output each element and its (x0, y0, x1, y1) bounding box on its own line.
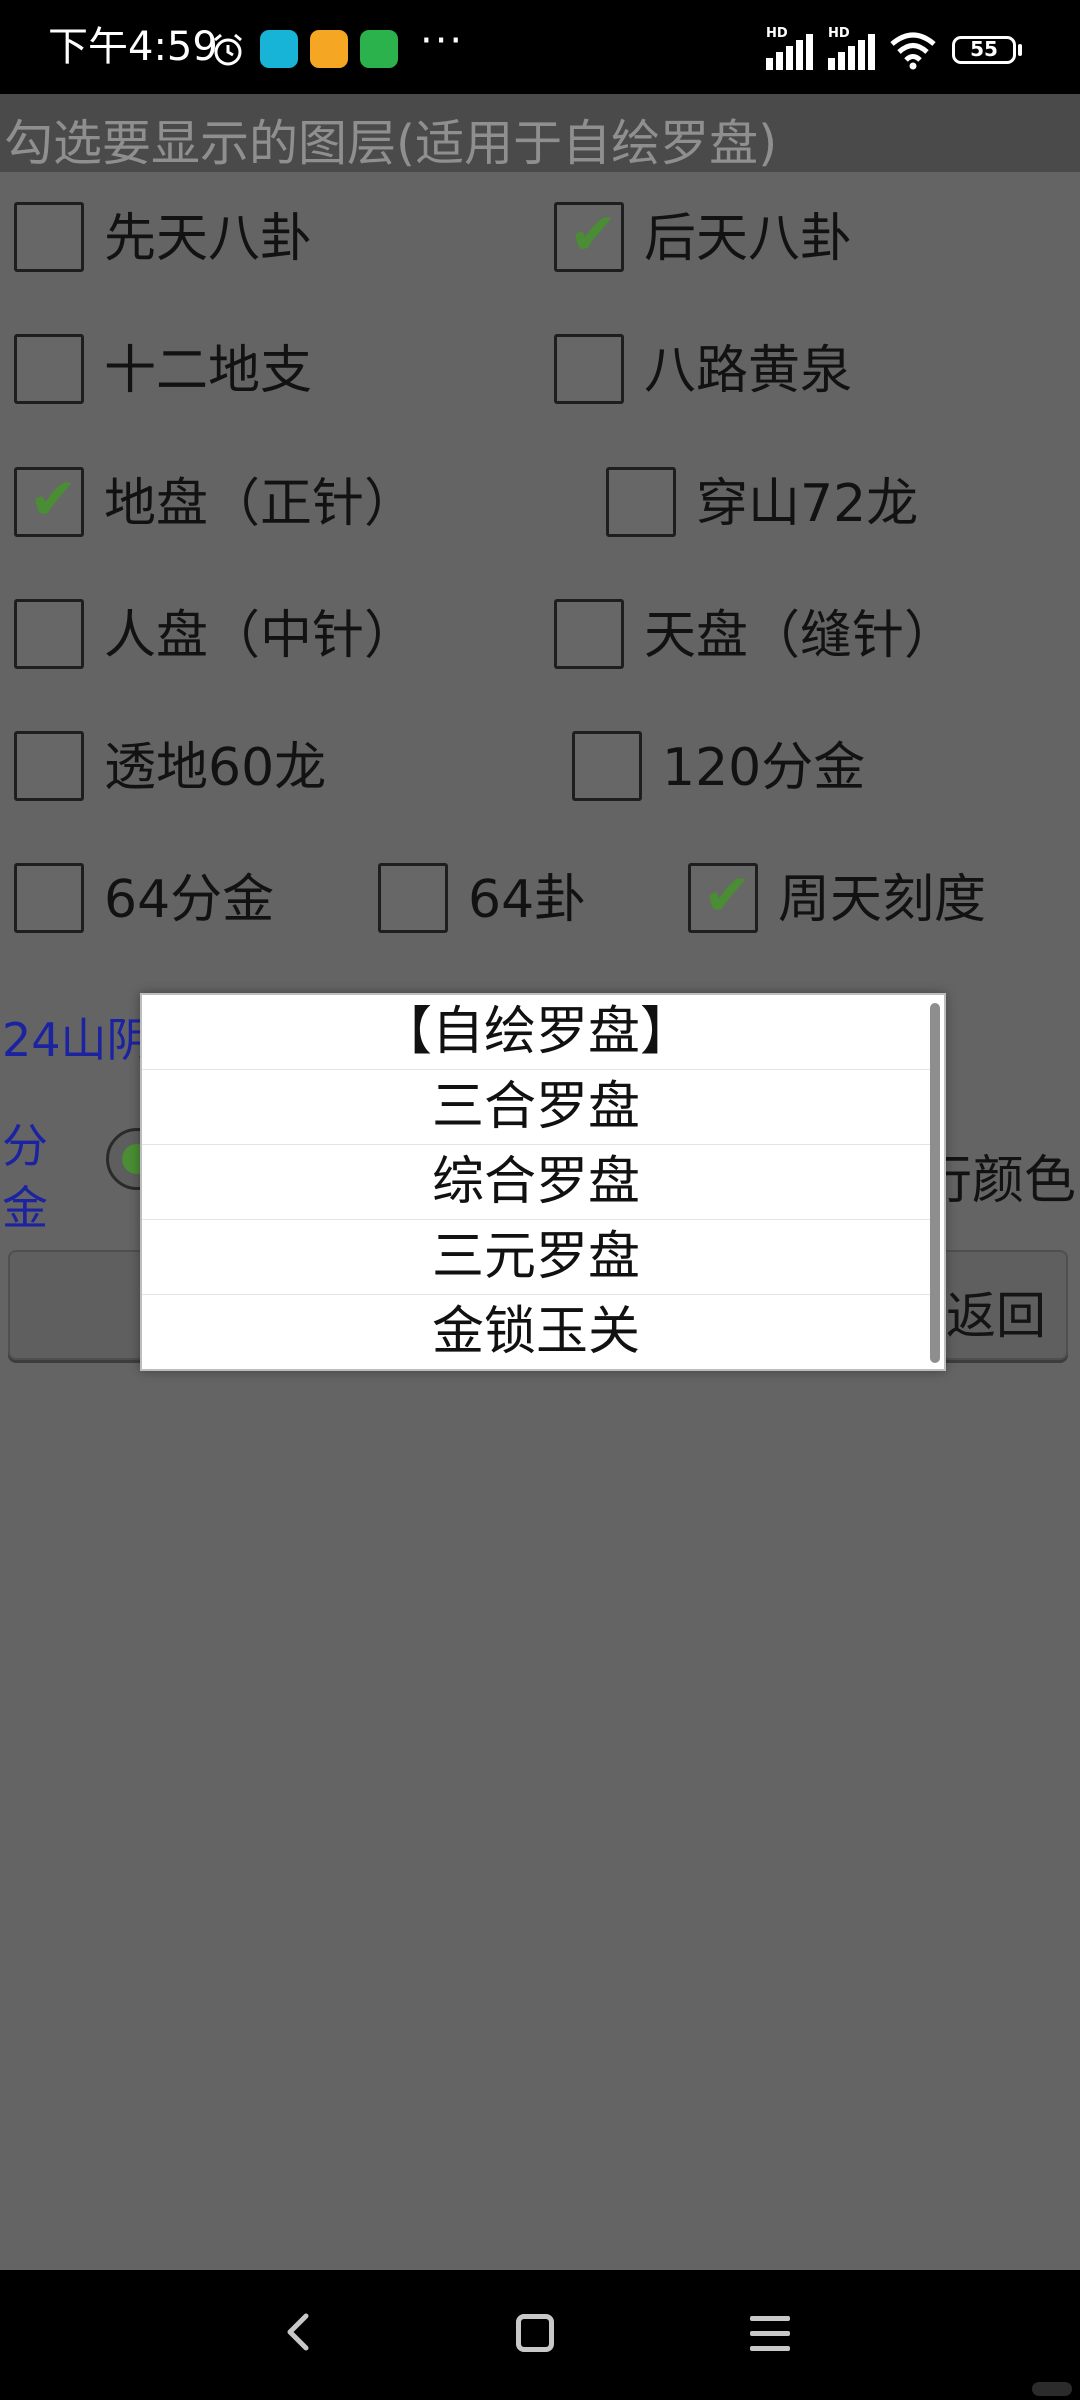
status-bar: 下午4:59 ··· HD HD 55 (0, 0, 1080, 94)
compass-type-dropdown: 【自绘罗盘】 三合罗盘 综合罗盘 三元罗盘 金锁玉关 (140, 993, 946, 1371)
phone-app-icon (360, 30, 398, 68)
checkbox-box[interactable]: ✔ (14, 465, 84, 537)
checkbox-label: 十二地支 (104, 341, 313, 401)
checkbox-box[interactable] (378, 863, 448, 933)
checkbox-box[interactable]: ✔ (688, 861, 758, 933)
checkmark-icon: ✔ (29, 465, 78, 533)
checkbox-label: 64卦 (468, 870, 587, 930)
yinyang-24-label: 24山阴 (2, 1013, 153, 1067)
dropdown-scrollbar[interactable] (930, 1003, 940, 1363)
checkbox-label: 地盘（正针） (104, 474, 417, 534)
checkbox-label: 人盘（中针） (104, 606, 417, 666)
checkbox-box[interactable] (14, 599, 84, 669)
checkbox-box[interactable]: ✔ (554, 200, 624, 272)
battery-nub (1018, 44, 1022, 56)
status-time: 下午4:59 (48, 24, 218, 70)
recents-nav-icon[interactable] (750, 2316, 790, 2361)
checkmark-icon: ✔ (703, 861, 752, 929)
dropdown-option-sanhe[interactable]: 三合罗盘 (142, 1070, 930, 1145)
checkbox-label: 天盘（缝针） (644, 606, 957, 666)
checkmark-icon: ✔ (569, 200, 618, 268)
checkbox-label: 周天刻度 (778, 870, 987, 930)
signal-2-icon: HD (828, 26, 878, 70)
checkbox-label: 先天八卦 (104, 209, 313, 269)
watermark-logo (1032, 2382, 1072, 2396)
checkbox-label: 120分金 (662, 738, 866, 798)
dropdown-option-zonghe[interactable]: 综合罗盘 (142, 1145, 930, 1220)
checkbox-label: 透地60龙 (104, 738, 327, 798)
checkbox-label: 八路黄泉 (644, 341, 853, 401)
more-notifications-icon: ··· (420, 18, 465, 64)
home-app-icon (260, 30, 298, 68)
dropdown-option-zihui[interactable]: 【自绘罗盘】 (142, 995, 930, 1070)
battery-icon: 55 (952, 36, 1016, 64)
dropdown-option-jinsuo[interactable]: 金锁玉关 (142, 1295, 930, 1369)
layer-header: 勾选要显示的图层(适用于自绘罗盘) (0, 94, 1080, 172)
fenjin-label-2: 金 (2, 1181, 48, 1235)
back-nav-icon[interactable] (280, 2312, 320, 2352)
battery-level: 55 (970, 37, 998, 61)
checkbox-label: 后天八卦 (644, 209, 853, 269)
home-nav-icon[interactable] (516, 2314, 554, 2352)
checkbox-box[interactable] (14, 202, 84, 272)
checkbox-label: 穿山72龙 (696, 474, 919, 534)
wifi-icon (890, 32, 936, 70)
checkbox-box[interactable] (554, 334, 624, 404)
checkbox-box[interactable] (606, 467, 676, 537)
alarm-icon (214, 33, 242, 66)
checkbox-box[interactable] (554, 599, 624, 669)
fenjin-label-1: 分 (2, 1119, 48, 1173)
checkbox-box[interactable] (14, 863, 84, 933)
notes-app-icon (310, 30, 348, 68)
checkbox-label: 64分金 (104, 870, 275, 930)
dropdown-option-sanyuan[interactable]: 三元罗盘 (142, 1220, 930, 1295)
checkbox-box[interactable] (14, 334, 84, 404)
back-button-label: 返回 (946, 1287, 1046, 1345)
signal-1-icon: HD (766, 26, 816, 70)
navigation-bar (0, 2270, 1080, 2400)
checkbox-box[interactable] (14, 731, 84, 801)
checkbox-box[interactable] (572, 731, 642, 801)
header-title: 勾选要显示的图层(适用于自绘罗盘) (4, 115, 778, 172)
